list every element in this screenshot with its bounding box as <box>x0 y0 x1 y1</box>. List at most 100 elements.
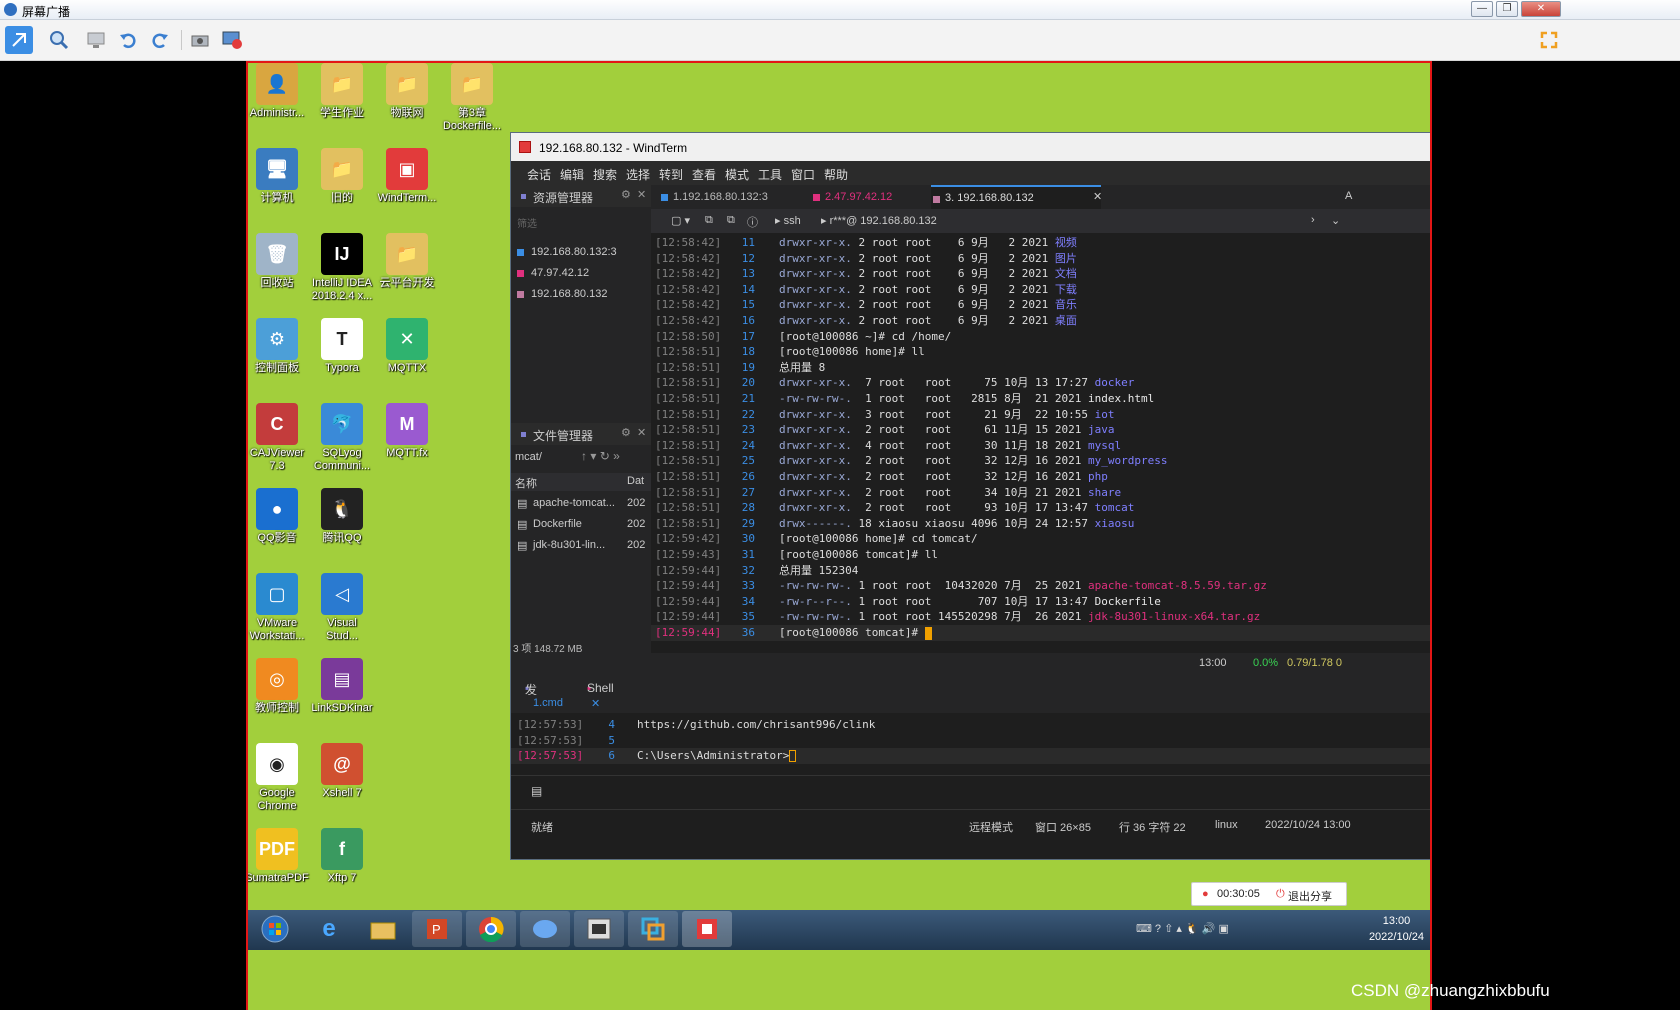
desktop-icon[interactable]: ▣ WindTerm... <box>372 148 442 205</box>
desktop-icon[interactable]: @ Xshell 7 <box>307 743 377 800</box>
line-number: 32 <box>741 563 755 577</box>
start-button[interactable] <box>250 911 300 947</box>
desktop-icon[interactable]: 🐧 腾讯QQ <box>307 488 377 545</box>
desktop-icon[interactable]: ◁ Visual Stud... <box>307 573 377 643</box>
undo-icon[interactable] <box>114 26 142 54</box>
line-timestamp: [12:58:51] <box>655 360 722 374</box>
col-name[interactable]: 名称 <box>515 475 537 491</box>
terminal-task-icon[interactable] <box>574 911 624 947</box>
desktop-icon[interactable]: ◉ Google Chrome <box>248 743 312 813</box>
exit-share-button[interactable]: 退出分享 <box>1288 888 1332 904</box>
gear-icon[interactable]: ⚙ <box>621 188 631 201</box>
chrome-icon[interactable] <box>466 911 516 947</box>
menu-item[interactable]: 窗口 <box>791 166 815 183</box>
resource-item[interactable]: 47.97.42.12 <box>517 267 589 279</box>
desktop-icon[interactable]: 📁 云平台开发 <box>372 233 442 290</box>
desktop-icon[interactable]: 🖥 计算机 <box>248 148 312 205</box>
resource-filter-input[interactable]: 筛选 <box>517 215 537 230</box>
screenshot-icon[interactable] <box>186 26 214 54</box>
tab-menu-button[interactable]: A <box>1345 190 1352 202</box>
menu-item[interactable]: 会话 <box>527 166 551 183</box>
desktop-icon[interactable]: 👤 Administr... <box>248 63 312 120</box>
menu-item[interactable]: 选择 <box>626 166 650 183</box>
desktop-icon[interactable]: 🐬 SQLyog Communi... <box>307 403 377 473</box>
file-item[interactable]: ▤ Dockerfile 202 <box>511 516 651 534</box>
file-item[interactable]: ▤ jdk-8u301-lin... 202 <box>511 537 651 555</box>
desktop-icon[interactable]: PDF SumatraPDF <box>248 828 312 885</box>
close-button[interactable]: ✕ <box>1521 1 1561 17</box>
desktop-icon[interactable]: ◎ 教师控制 <box>248 658 312 715</box>
desktop-icon[interactable]: ▤ LinkSDKinar <box>307 658 377 715</box>
broadcast-task-icon[interactable] <box>520 911 570 947</box>
fullscreen-icon[interactable] <box>1535 26 1563 54</box>
menu-item[interactable]: 帮助 <box>824 166 848 183</box>
document-icon[interactable]: ▤ <box>531 784 542 798</box>
close-icon[interactable]: ✕ <box>637 188 646 201</box>
cmd-tab[interactable]: 1.cmd <box>533 697 563 709</box>
terminal-line: [12:58:50] 17 [root@100086 ~]# cd /home/ <box>651 329 1430 345</box>
desktop-icon[interactable]: 📁 第3章 Dockerfile... <box>437 63 507 133</box>
desktop-icon[interactable]: f Xftp 7 <box>307 828 377 885</box>
menu-item[interactable]: 工具 <box>758 166 782 183</box>
zoom-icon[interactable] <box>45 26 73 54</box>
menu-item[interactable]: 转到 <box>659 166 683 183</box>
tray-icons[interactable]: ⌨ ? ⇧ ▴ 🐧 🔊 ▣ <box>1136 922 1229 935</box>
ie-icon[interactable]: e <box>304 911 354 947</box>
stop-broadcast-icon[interactable] <box>218 26 246 54</box>
terminal-line: [12:58:51] 18 [root@100086 home]# ll <box>651 344 1430 360</box>
resource-item[interactable]: 192.168.80.132 <box>517 288 607 300</box>
minimize-button[interactable]: — <box>1471 1 1493 17</box>
restore-button[interactable]: ❐ <box>1496 1 1518 17</box>
up-arrow-icon[interactable]: ↑ ▾ ↻ » <box>581 449 620 463</box>
explorer-icon[interactable] <box>358 911 408 947</box>
menu-item[interactable]: 模式 <box>725 166 749 183</box>
new-session-icon[interactable]: ▢ ▾ <box>671 214 690 227</box>
info-icon[interactable]: ⓘ <box>747 214 758 230</box>
session-tab[interactable]: 2.47.97.42.12 <box>811 185 929 209</box>
desktop-icon[interactable]: 📁 物联网 <box>372 63 442 120</box>
close-icon[interactable]: ✕ <box>637 426 646 439</box>
monitor-icon[interactable] <box>82 26 110 54</box>
windterm-task-icon[interactable] <box>682 911 732 947</box>
desktop-icon[interactable]: 📁 旧的 <box>307 148 377 205</box>
address-host[interactable]: ▸ r***@ 192.168.80.132 <box>821 214 937 227</box>
cmd-tab-close-icon[interactable]: ✕ <box>591 697 600 710</box>
resource-item[interactable]: 192.168.80.132:3 <box>517 246 617 258</box>
vmware-task-icon[interactable] <box>628 911 678 947</box>
status-mode[interactable]: 远程模式 <box>969 819 1013 835</box>
file-path-input[interactable]: mcat/ <box>515 451 542 463</box>
session-tab[interactable]: 3. 192.168.80.132 <box>931 185 1101 209</box>
desktop-icon[interactable]: T Typora <box>307 318 377 375</box>
desktop-icon[interactable]: 🗑 回收站 <box>248 233 312 290</box>
col-date[interactable]: Dat <box>627 475 644 487</box>
terminal-line: [12:58:51] 26 drwxr-xr-x. 2 root root 32 1… <box>651 469 1430 485</box>
shell-tabs: ▪ 发送 ▪ Shell <box>511 673 1430 714</box>
session-tab[interactable]: 1.192.168.80.132:3 <box>659 185 809 209</box>
desktop-icon[interactable]: IJ IntelliJ IDEA 2018.2.4 x... <box>307 233 377 303</box>
cmd-terminal[interactable]: [12:57:53] 4 https://github.com/chrisant99… <box>511 713 1430 775</box>
desktop-icon[interactable]: M MQTT.fx <box>372 403 442 460</box>
desktop-icon[interactable]: C CAJViewer 7.3 <box>248 403 312 473</box>
gear-icon[interactable]: ⚙ <box>621 426 631 439</box>
menu-item[interactable]: 编辑 <box>560 166 584 183</box>
powerpoint-icon[interactable]: P <box>412 911 462 947</box>
tray-clock[interactable]: 13:00 2022/10/24 <box>1369 913 1424 945</box>
file-item[interactable]: ▤ apache-tomcat... 202 <box>511 495 651 513</box>
desktop-icon[interactable]: ▢ VMware Workstati... <box>248 573 312 643</box>
tab-close-icon[interactable]: ✕ <box>1093 190 1102 203</box>
redo-icon[interactable] <box>146 26 174 54</box>
menu-item[interactable]: 查看 <box>692 166 716 183</box>
copy-icon[interactable]: ⧉ <box>705 214 713 227</box>
desktop-icon-image: C <box>256 403 298 445</box>
send-input[interactable]: ▤ <box>511 775 1430 809</box>
terminal-output[interactable]: [12:58:42] 11 drwxr-xr-x. 2 root root 6 9月… <box>651 233 1430 653</box>
desktop-icon[interactable]: 📁 学生作业 <box>307 63 377 120</box>
chevron-right-icon[interactable]: › <box>1311 214 1315 226</box>
desktop-icon[interactable]: ✕ MQTTX <box>372 318 442 375</box>
control-mode-icon[interactable] <box>5 26 33 54</box>
menu-item[interactable]: 搜索 <box>593 166 617 183</box>
chevron-down-icon[interactable]: ⌄ <box>1331 214 1340 227</box>
desktop-icon[interactable]: ⚙ 控制面板 <box>248 318 312 375</box>
desktop-icon[interactable]: ● QQ影音 <box>248 488 312 545</box>
paste-icon[interactable]: ⧉ <box>727 214 735 227</box>
